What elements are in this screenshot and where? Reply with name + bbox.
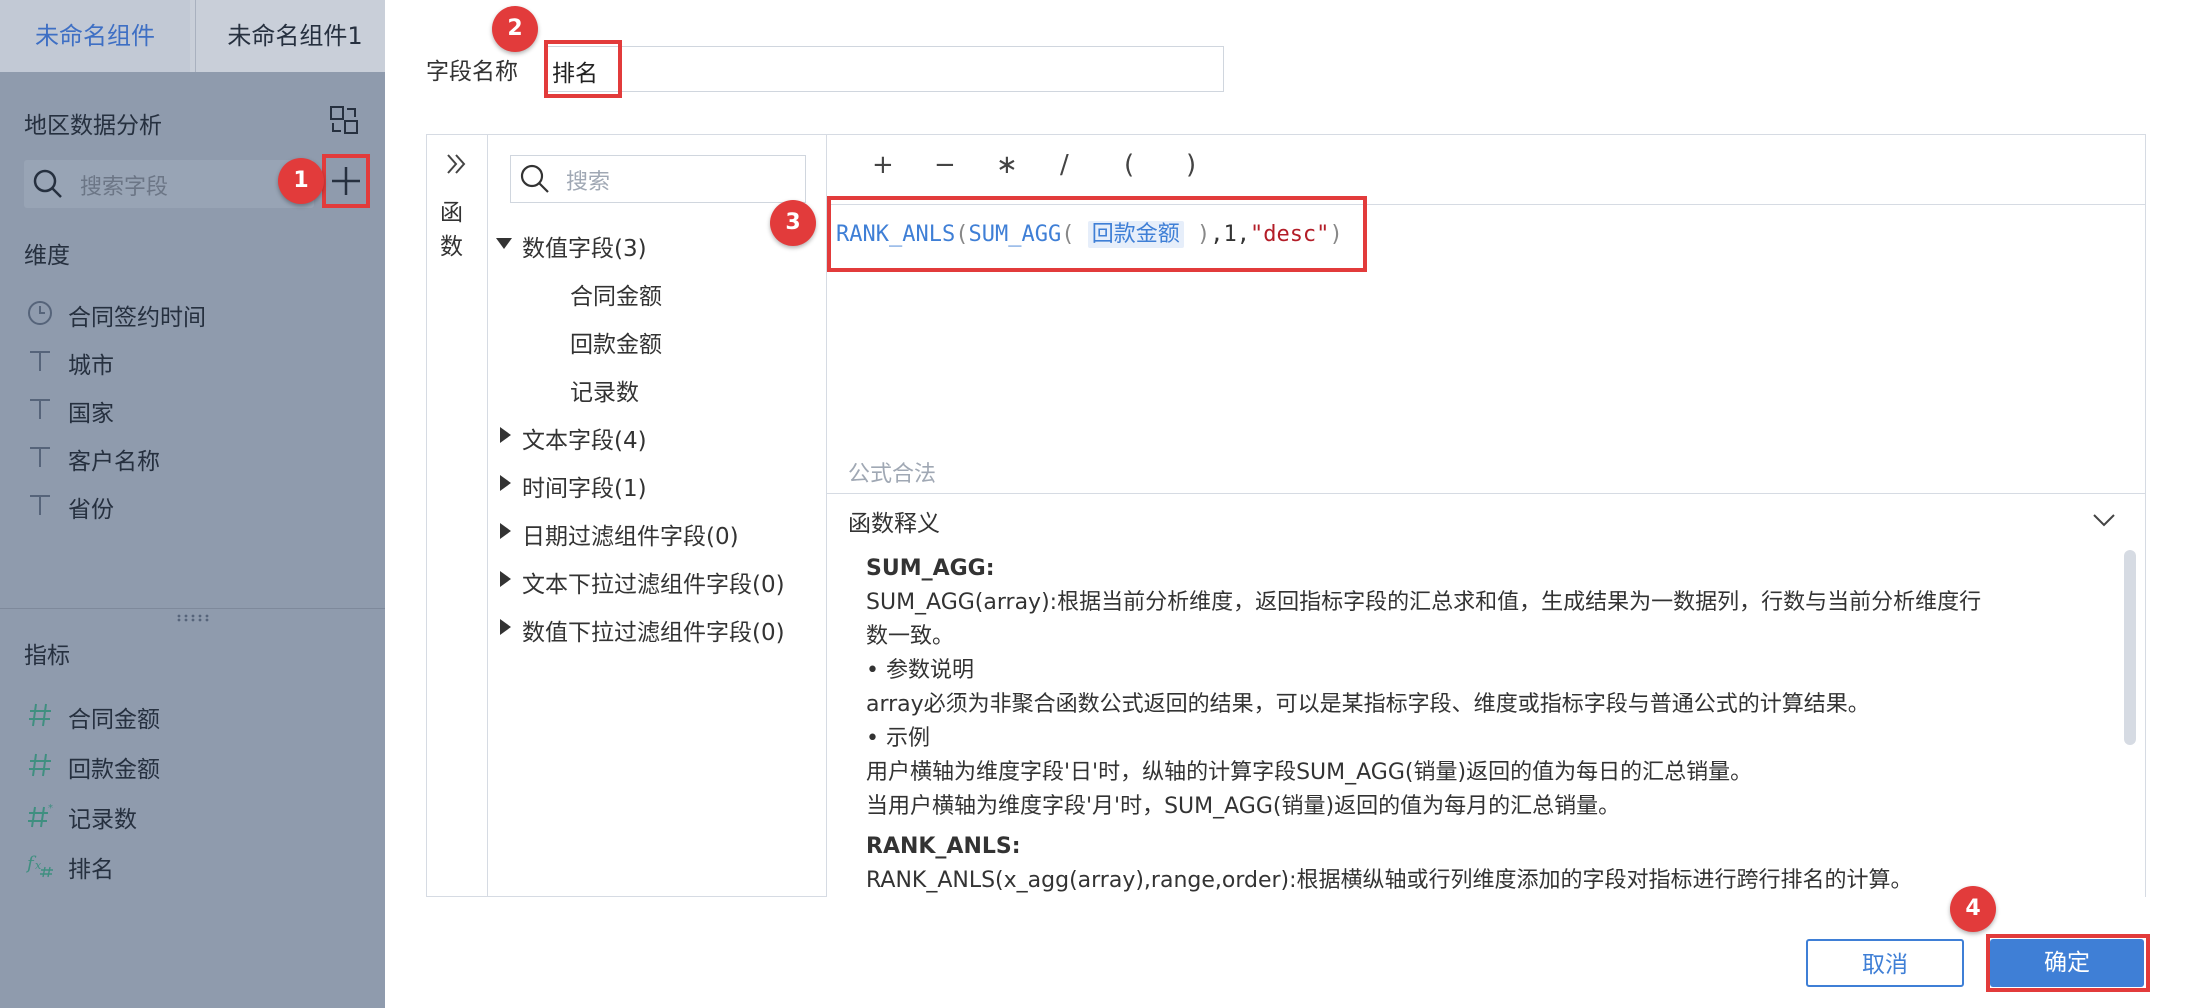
svg-text:x: x — [35, 859, 42, 872]
field-tree-search-placeholder: 搜索 — [566, 170, 611, 195]
chevron-down-icon[interactable] — [2090, 506, 2118, 534]
field-search-input[interactable] — [24, 160, 314, 208]
tree-group-date-filter[interactable]: 日期过滤组件字段(0) — [522, 517, 739, 551]
tree-group-numeric-dropdown-filter[interactable]: 数值下拉过滤组件字段(0) — [522, 613, 785, 647]
explanation-scrollbar[interactable] — [2124, 550, 2136, 745]
metric-section-title: 指标 — [24, 643, 70, 669]
explanation-text: SUM_AGG(array):根据当前分析维度，返回指标字段的汇总求和值，生成结… — [866, 590, 1982, 615]
explanation-text: array必须为非聚合函数公式返回的结果，可以是某指标字段、维度或指标字段与普通… — [866, 692, 1870, 717]
highlight-ok-button — [1986, 934, 2150, 992]
search-icon — [32, 168, 64, 200]
caret-right-icon[interactable] — [500, 427, 511, 443]
dataset-title: 地区数据分析 — [24, 113, 162, 139]
text-type-icon — [26, 491, 54, 519]
explanation-text: • 示例 — [866, 726, 930, 751]
function-explanation-header[interactable] — [827, 493, 2145, 544]
tree-field[interactable]: 合同金额 — [570, 277, 662, 311]
operator-close-paren-button[interactable]: ) — [1186, 150, 1196, 180]
function-explanation-title: 函数释义 — [848, 511, 940, 537]
tab-unnamed-component[interactable]: 未命名组件 — [0, 0, 190, 72]
step-badge-3: 3 — [770, 200, 816, 246]
number-type-icon — [26, 751, 54, 779]
switch-dataset-icon[interactable] — [328, 104, 360, 136]
operator-plus-button[interactable]: + — [872, 150, 894, 180]
explanation-heading: RANK_ANLS: — [866, 834, 1021, 859]
tree-field[interactable]: 回款金额 — [570, 325, 662, 359]
dimension-field[interactable]: 合同签约时间 — [68, 298, 206, 332]
text-type-icon — [26, 395, 54, 423]
field-name-label: 字段名称 — [426, 59, 518, 85]
explanation-text: 数一致。 — [866, 624, 955, 649]
explanation-text: • 参数说明 — [866, 658, 974, 683]
operator-toolbar — [827, 135, 2145, 205]
tree-field[interactable]: 记录数 — [570, 373, 639, 407]
panel-divider — [0, 608, 385, 609]
explanation-heading: SUM_AGG: — [866, 556, 995, 581]
explanation-text: RANK_ANLS(x_agg(array),range,order):根据横纵… — [866, 868, 1913, 893]
double-chevron-right-icon[interactable] — [442, 150, 470, 178]
caret-down-icon[interactable] — [496, 238, 512, 249]
tree-group-text-dropdown-filter[interactable]: 文本下拉过滤组件字段(0) — [522, 565, 785, 599]
highlight-field-name — [544, 40, 622, 98]
caret-right-icon[interactable] — [500, 475, 511, 491]
field-search-placeholder: 搜索字段 — [80, 175, 169, 200]
cancel-button[interactable]: 取消 — [1806, 939, 1964, 987]
explanation-text: 用户横轴为维度字段'日'时，纵轴的计算字段SUM_AGG(销量)返回的值为每日的… — [866, 760, 1753, 785]
dimension-field[interactable]: 国家 — [68, 394, 114, 428]
clock-icon — [26, 299, 54, 327]
dimension-section-title: 维度 — [24, 243, 70, 269]
step-badge-2: 2 — [492, 6, 538, 52]
operator-divide-button[interactable]: / — [1060, 150, 1069, 180]
operator-open-paren-button[interactable]: ( — [1124, 150, 1134, 180]
metric-field[interactable]: 回款金额 — [68, 750, 160, 784]
tab-unnamed-component-1[interactable]: 未命名组件1 — [195, 0, 395, 72]
operator-minus-button[interactable]: − — [934, 150, 956, 180]
tree-group-text[interactable]: 文本字段(4) — [522, 421, 647, 455]
text-type-icon — [26, 347, 54, 375]
tree-group-numeric[interactable]: 数值字段(3) — [522, 229, 647, 263]
step-badge-1: 1 — [278, 158, 324, 204]
count-type-icon: * — [26, 801, 54, 829]
metric-field[interactable]: 合同金额 — [68, 700, 160, 734]
highlight-add-button — [322, 154, 370, 208]
field-tree-search-input[interactable] — [510, 155, 806, 203]
text-type-icon — [26, 443, 54, 471]
svg-text:*: * — [48, 803, 53, 814]
metric-field[interactable]: 排名 — [68, 850, 114, 884]
caret-right-icon[interactable] — [500, 523, 511, 539]
function-toggle-label[interactable]: 函数 — [440, 196, 470, 264]
step-badge-4: 4 — [1950, 886, 1996, 932]
metric-field[interactable]: 记录数 — [68, 800, 137, 834]
dimension-field[interactable]: 省份 — [68, 490, 114, 524]
highlight-formula — [827, 196, 1367, 272]
field-name-input[interactable] — [544, 46, 1224, 92]
search-icon — [518, 162, 552, 196]
tree-group-time[interactable]: 时间字段(1) — [522, 469, 647, 503]
formula-type-icon: fx — [26, 851, 54, 879]
number-type-icon — [26, 701, 54, 729]
dimension-field[interactable]: 客户名称 — [68, 442, 160, 476]
resize-handle[interactable] — [176, 614, 210, 622]
dimension-field[interactable]: 城市 — [68, 346, 114, 380]
caret-right-icon[interactable] — [500, 619, 511, 635]
formula-validation-message: 公式合法 — [848, 462, 937, 487]
function-explanation-body: SUM_AGG: SUM_AGG(array):根据当前分析维度，返回指标字段的… — [866, 552, 2106, 898]
explanation-text: 当用户横轴为维度字段'月'时，SUM_AGG(销量)返回的值为每月的汇总销量。 — [866, 794, 1621, 819]
caret-right-icon[interactable] — [500, 571, 511, 587]
operator-multiply-button[interactable]: ∗ — [996, 150, 1018, 180]
field-panel — [0, 72, 385, 1008]
